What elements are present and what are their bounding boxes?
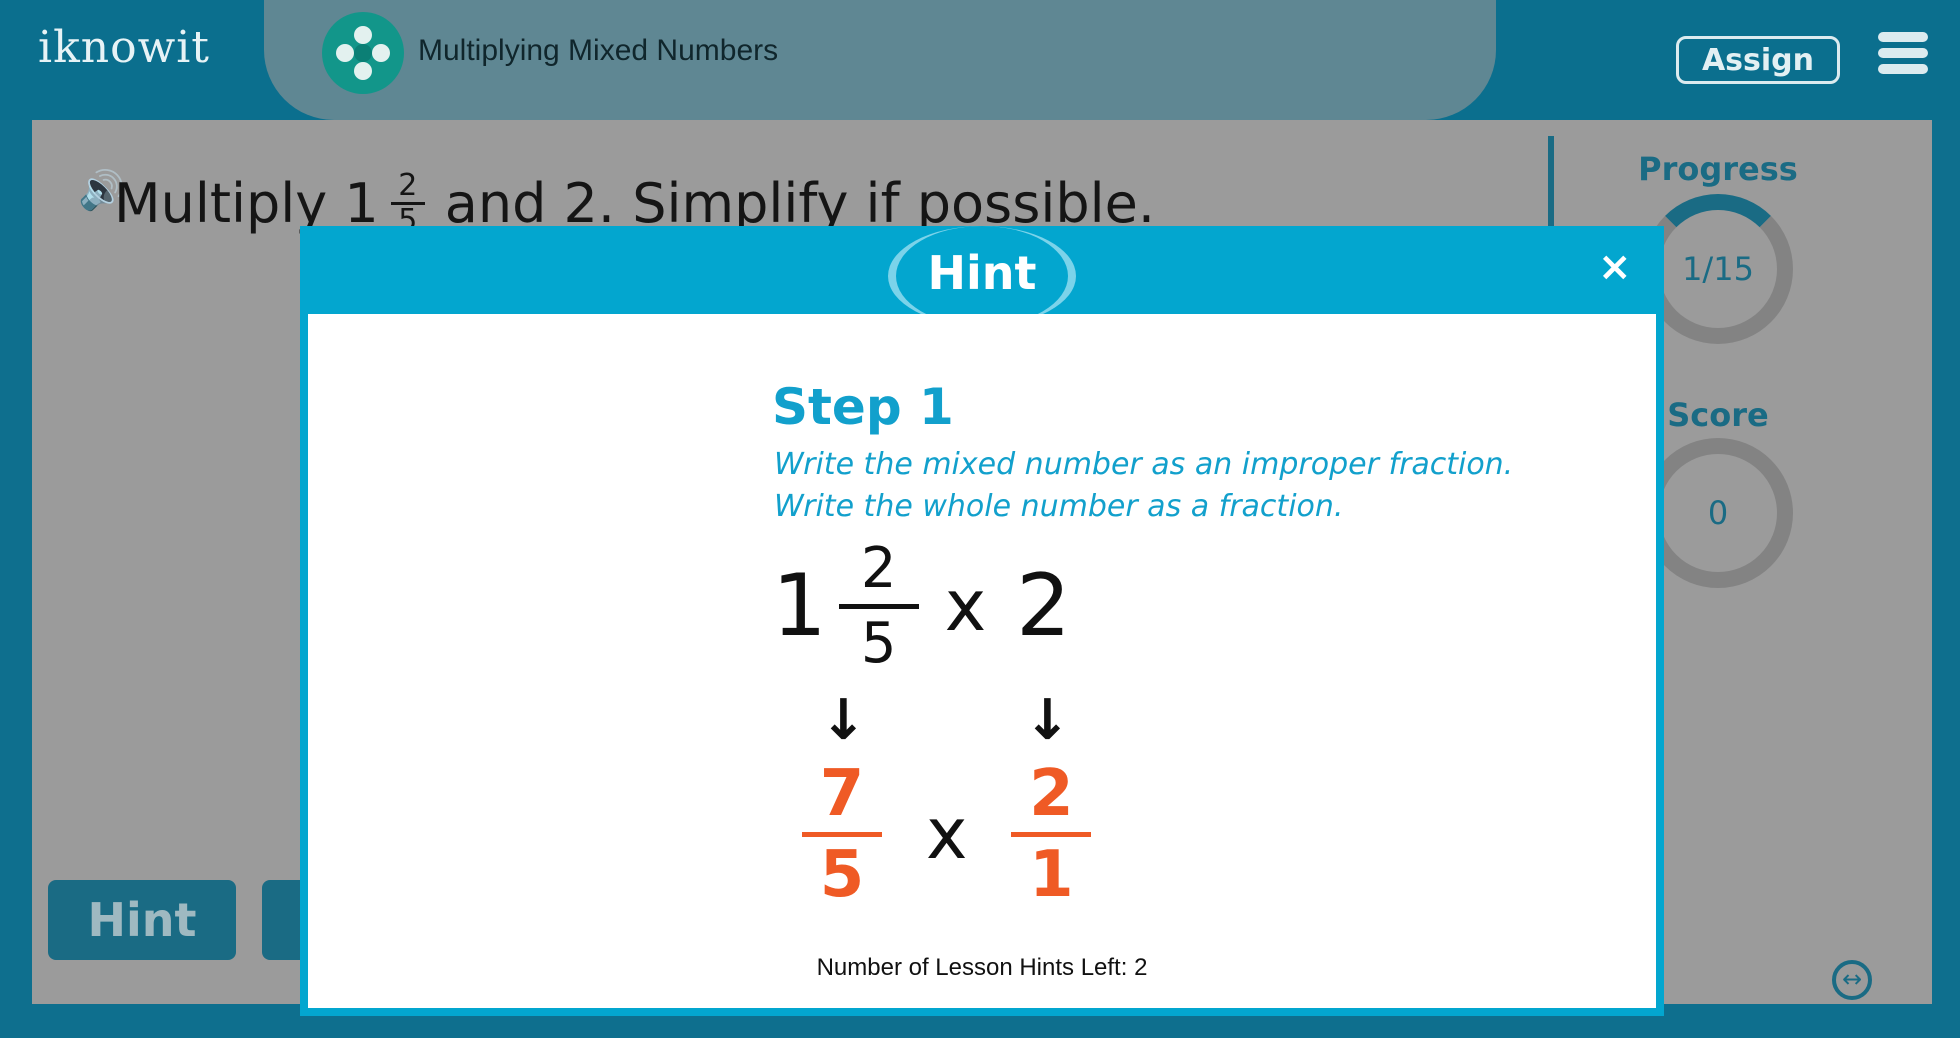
iknowit-logo[interactable]: iknowit bbox=[38, 22, 210, 73]
arrow-down-icon: ↓ bbox=[1024, 688, 1071, 753]
step-line-1: Write the mixed number as an improper fr… bbox=[774, 447, 1514, 482]
step-description: Write the mixed number as an improper fr… bbox=[774, 444, 1513, 528]
improper-fraction: 7 5 bbox=[802, 756, 882, 913]
whole-number: 2 bbox=[1016, 556, 1071, 656]
step-title: Step 1 bbox=[772, 378, 954, 436]
times-operator: x bbox=[926, 793, 968, 875]
step-line-2: Write the whole number as a fraction. bbox=[774, 489, 1344, 524]
top-bar: iknowit Multiplying Mixed Numbers Assign bbox=[0, 0, 1960, 120]
menu-icon[interactable] bbox=[1878, 32, 1928, 76]
whole-as-fraction: 2 1 bbox=[1011, 756, 1092, 913]
mixed-whole: 1 bbox=[772, 556, 827, 656]
hint-modal: Hint × Step 1 Write the mixed number as … bbox=[300, 226, 1664, 1016]
whole-fraction-denominator: 1 bbox=[1029, 837, 1074, 912]
mixed-fraction: 2 5 bbox=[838, 534, 919, 679]
mixed-numerator: 2 bbox=[860, 535, 897, 601]
times-operator: x bbox=[944, 565, 987, 647]
hint-modal-title: Hint bbox=[888, 226, 1076, 326]
arrow-down-icon: ↓ bbox=[820, 688, 867, 753]
assign-button[interactable]: Assign bbox=[1676, 36, 1840, 84]
improper-numerator: 7 bbox=[819, 756, 865, 831]
expand-icon[interactable]: ↔ bbox=[1832, 960, 1872, 1000]
lesson-icon bbox=[322, 12, 404, 94]
whole-fraction-numerator: 2 bbox=[1029, 756, 1074, 831]
lesson-title: Multiplying Mixed Numbers bbox=[418, 34, 779, 67]
close-icon[interactable]: × bbox=[1598, 244, 1632, 290]
hint-button[interactable]: Hint bbox=[48, 880, 236, 960]
question-numerator: 2 bbox=[398, 168, 418, 203]
hints-left-text: Number of Lesson Hints Left: 2 bbox=[816, 954, 1148, 981]
improper-expression: 7 5 x 2 1 bbox=[802, 754, 1092, 914]
hint-modal-header: Hint × bbox=[300, 226, 1664, 326]
progress-label: Progress bbox=[1638, 150, 1798, 188]
original-expression: 1 2 5 x 2 bbox=[772, 536, 1071, 676]
hint-modal-body: Step 1 Write the mixed number as an impr… bbox=[308, 314, 1656, 1008]
improper-denominator: 5 bbox=[819, 837, 865, 912]
mixed-denominator: 5 bbox=[860, 610, 897, 676]
